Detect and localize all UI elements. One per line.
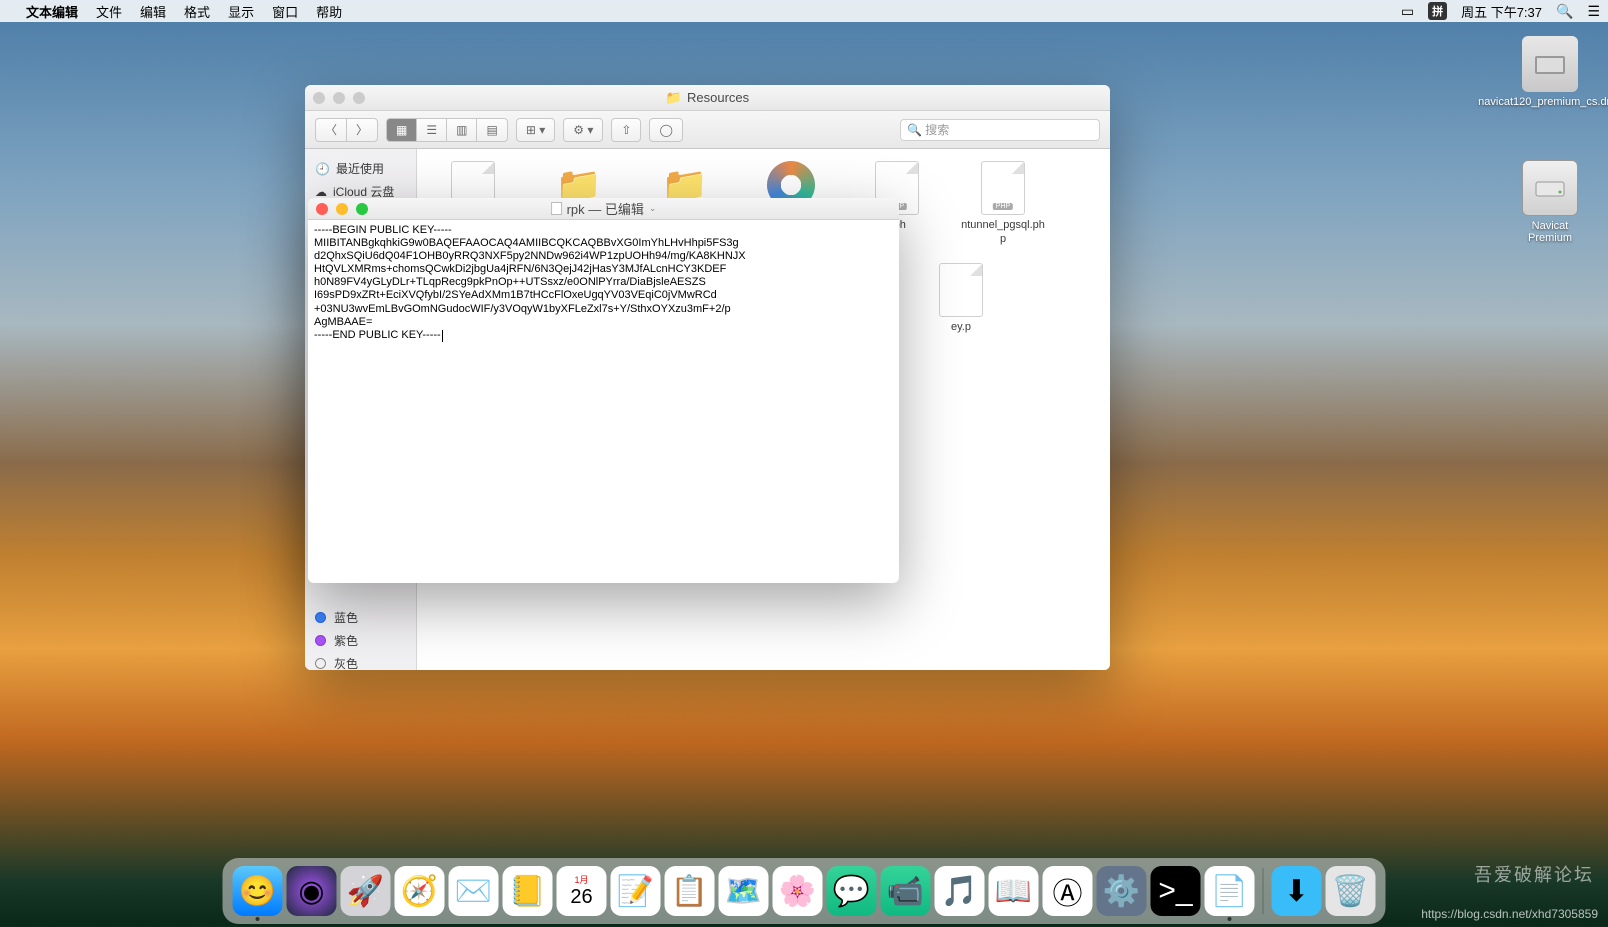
dock-launchpad[interactable]: 🚀	[341, 866, 391, 916]
running-indicator	[256, 917, 260, 921]
close-button[interactable]	[316, 203, 328, 215]
dock-trash[interactable]: 🗑️	[1326, 866, 1376, 916]
traffic-lights	[316, 203, 368, 215]
finder-toolbar: 〈 〉 ▦ ☰ ▥ ▤ ⊞ ▾ ⚙ ▾ ⇧ ◯ 🔍 搜索	[305, 111, 1110, 149]
icon-view-button[interactable]: ▦	[386, 118, 416, 142]
menubar: 文本编辑 文件 编辑 格式 显示 窗口 帮助 ▭ 拼 周五 下午7:37 🔍 ☰	[0, 0, 1608, 22]
desktop-app-label: Navicat Premium	[1510, 220, 1590, 244]
maximize-button[interactable]	[356, 203, 368, 215]
dock-photos[interactable]: 🌸	[773, 866, 823, 916]
search-icon: 🔍	[907, 123, 922, 137]
textedit-window: rpk — 已编辑 ⌄ -----BEGIN PUBLIC KEY----- M…	[308, 198, 899, 583]
notification-icon[interactable]: ☰	[1587, 3, 1600, 20]
dock-siri[interactable]: ◉	[287, 866, 337, 916]
document-icon	[939, 263, 983, 317]
dock-downloads[interactable]: ⬇	[1272, 866, 1322, 916]
dock-finder[interactable]: 😊	[233, 866, 283, 916]
forward-button[interactable]: 〉	[346, 118, 378, 142]
sidebar-tag-blue[interactable]: 蓝色	[305, 606, 416, 629]
arrange-button[interactable]: ⊞ ▾	[516, 118, 555, 142]
dock-reminders[interactable]: 📋	[665, 866, 715, 916]
dock-contacts[interactable]: 📒	[503, 866, 553, 916]
dmg-icon	[1522, 36, 1578, 92]
folder-icon: 📁	[666, 90, 682, 106]
file-item[interactable]: PHPntunnel_pgsql.php	[959, 161, 1047, 247]
dock-maps[interactable]: 🗺️	[719, 866, 769, 916]
sidebar-tag-gray[interactable]: 灰色	[305, 652, 416, 670]
menu-file[interactable]: 文件	[96, 2, 122, 21]
dock-appstore[interactable]: Ⓐ	[1043, 866, 1093, 916]
tag-dot-icon	[315, 658, 326, 669]
nav-buttons: 〈 〉	[315, 118, 378, 142]
traffic-lights	[313, 92, 365, 104]
cloud-icon: ☁	[315, 185, 327, 199]
dock-notes[interactable]: 📝	[611, 866, 661, 916]
tag-dot-icon	[315, 635, 326, 646]
airplay-icon[interactable]: ▭	[1401, 3, 1414, 20]
dock-mail[interactable]: ✉️	[449, 866, 499, 916]
tags-button[interactable]: ◯	[649, 118, 682, 142]
dock-facetime[interactable]: 📹	[881, 866, 931, 916]
watermark-url: https://blog.csdn.net/xhd7305859	[1421, 907, 1598, 921]
desktop-dmg[interactable]: navicat120_premium_cs.dmg	[1510, 36, 1590, 108]
share-button[interactable]: ⇧	[611, 118, 641, 142]
dock-calendar[interactable]: 1月26	[557, 866, 607, 916]
dock-ibooks[interactable]: 📖	[989, 866, 1039, 916]
dock-messages[interactable]: 💬	[827, 866, 877, 916]
menubar-right: ▭ 拼 周五 下午7:37 🔍 ☰	[1401, 2, 1600, 21]
action-button[interactable]: ⚙ ▾	[563, 118, 603, 142]
dock: 😊 ◉ 🚀 🧭 ✉️ 📒 1月26 📝 📋 🗺️ 🌸 💬 📹 🎵 📖 Ⓐ ⚙️ …	[223, 858, 1386, 924]
gallery-view-button[interactable]: ▤	[476, 118, 507, 142]
list-view-button[interactable]: ☰	[416, 118, 446, 142]
menu-edit[interactable]: 编辑	[140, 2, 166, 21]
back-button[interactable]: 〈	[315, 118, 346, 142]
spotlight-icon[interactable]: 🔍	[1556, 3, 1573, 20]
drive-icon	[1522, 160, 1578, 216]
close-button[interactable]	[313, 92, 325, 104]
dock-preferences[interactable]: ⚙️	[1097, 866, 1147, 916]
textedit-content[interactable]: -----BEGIN PUBLIC KEY----- MIIBITANBgkqh…	[308, 220, 899, 583]
finder-titlebar[interactable]: 📁 Resources	[305, 85, 1110, 111]
tag-dot-icon	[315, 612, 326, 623]
document-icon	[551, 202, 562, 215]
datetime[interactable]: 周五 下午7:37	[1461, 2, 1542, 21]
watermark-logo: 吾爱破解论坛	[1474, 861, 1594, 887]
dock-separator	[1263, 868, 1264, 914]
view-buttons: ▦ ☰ ▥ ▤	[386, 118, 508, 142]
dock-terminal[interactable]: >_	[1151, 866, 1201, 916]
menu-format[interactable]: 格式	[184, 2, 210, 21]
menubar-left: 文本编辑 文件 编辑 格式 显示 窗口 帮助	[8, 2, 342, 21]
search-input[interactable]: 🔍 搜索	[900, 119, 1100, 141]
dock-textedit[interactable]: 📄	[1205, 866, 1255, 916]
input-method-icon[interactable]: 拼	[1428, 2, 1447, 20]
desktop-app[interactable]: Navicat Premium	[1510, 160, 1590, 244]
chevron-down-icon[interactable]: ⌄	[649, 203, 657, 214]
menu-app[interactable]: 文本编辑	[26, 2, 78, 21]
sidebar-recent[interactable]: 🕘最近使用	[305, 157, 416, 180]
menu-help[interactable]: 帮助	[316, 2, 342, 21]
dock-safari[interactable]: 🧭	[395, 866, 445, 916]
finder-title: 📁 Resources	[666, 90, 749, 106]
running-indicator	[1228, 917, 1232, 921]
menu-view[interactable]: 显示	[228, 2, 254, 21]
dock-itunes[interactable]: 🎵	[935, 866, 985, 916]
minimize-button[interactable]	[333, 92, 345, 104]
maximize-button[interactable]	[353, 92, 365, 104]
php-icon: PHP	[981, 161, 1025, 215]
file-item[interactable]: ey.p	[917, 263, 1005, 335]
text-cursor	[442, 330, 443, 342]
column-view-button[interactable]: ▥	[446, 118, 476, 142]
desktop-dmg-label: navicat120_premium_cs.dmg	[1478, 96, 1608, 108]
menu-window[interactable]: 窗口	[272, 2, 298, 21]
clock-icon: 🕘	[315, 162, 330, 176]
minimize-button[interactable]	[336, 203, 348, 215]
textedit-title: rpk — 已编辑 ⌄	[551, 199, 657, 218]
sidebar-tag-purple[interactable]: 紫色	[305, 629, 416, 652]
textedit-titlebar[interactable]: rpk — 已编辑 ⌄	[308, 198, 899, 220]
